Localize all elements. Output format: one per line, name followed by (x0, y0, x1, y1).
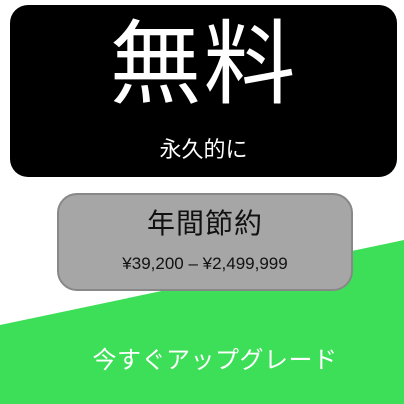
free-subtitle: 永久的に (159, 138, 248, 163)
free-title: 無料 (109, 11, 298, 118)
upgrade-now-button[interactable]: 今すぐアップグレード (55, 338, 375, 382)
annual-savings-box: 年間節約 ¥39,200 – ¥2,499,999 (57, 193, 353, 291)
upgrade-now-label: 今すぐアップグレード (92, 346, 338, 374)
free-hero-box: 無料 永久的に (10, 5, 397, 177)
savings-range: ¥39,200 – ¥2,499,999 (122, 254, 288, 273)
savings-title: 年間節約 (146, 207, 263, 240)
